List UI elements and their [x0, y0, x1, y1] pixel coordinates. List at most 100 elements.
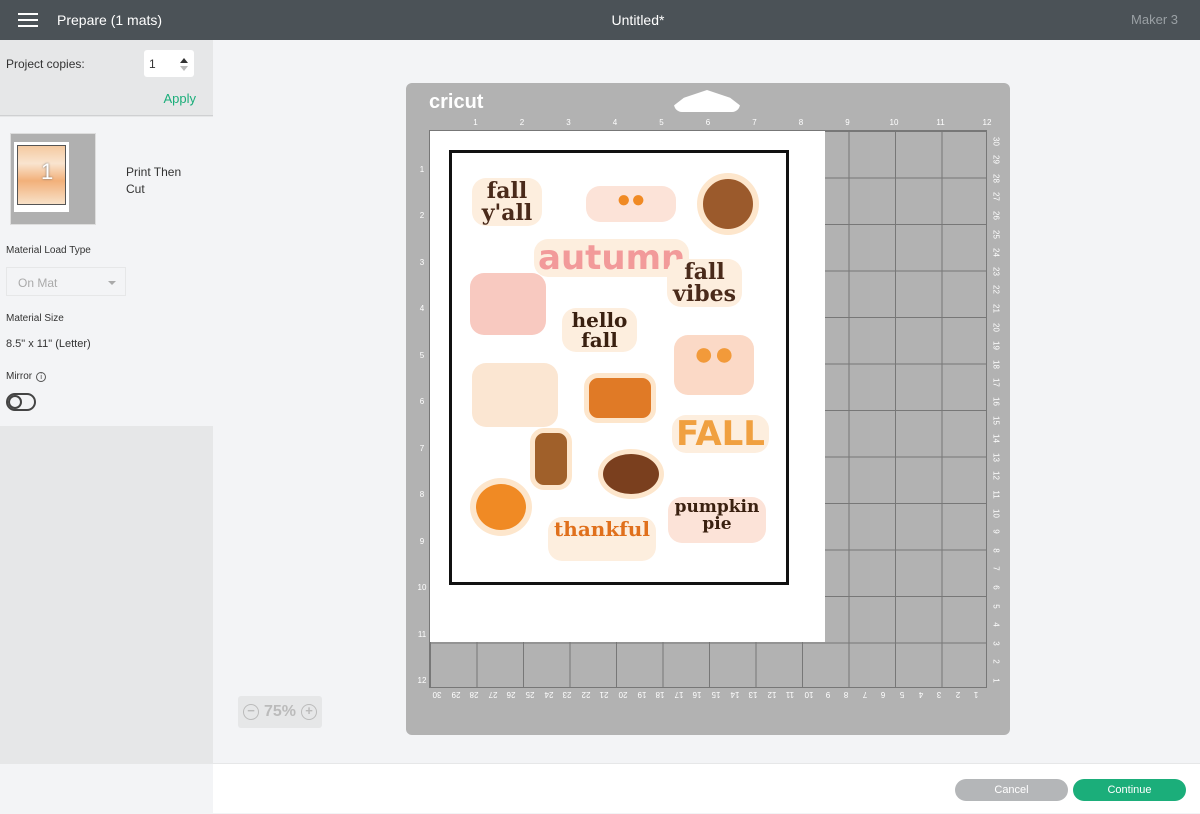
ruler-bottom-tick: 17 [674, 690, 684, 699]
ruler-top-tick: 3 [566, 118, 571, 127]
ruler-right-tick: 14 [991, 434, 1001, 444]
ruler-bottom-tick: 30 [432, 690, 442, 699]
sticker-football [598, 449, 664, 499]
cancel-button[interactable]: Cancel [955, 779, 1068, 801]
ruler-bottom-tick: 25 [525, 690, 535, 699]
project-copies-section: Project copies: 1 Apply [0, 40, 213, 116]
footer-sidebar-area [0, 764, 213, 814]
ruler-right-tick: 23 [991, 266, 1001, 276]
ruler-top-tick: 12 [982, 118, 992, 127]
sticker-fall-yall: fall y'all [472, 178, 542, 226]
ruler-top-tick: 6 [705, 118, 711, 127]
decrement-arrow-icon[interactable] [180, 66, 188, 75]
ruler-right-tick: 30 [991, 136, 1001, 146]
ruler-top-tick: 1 [473, 118, 478, 127]
zoom-control: − 75% + [238, 696, 322, 728]
ruler-bottom-tick: 21 [599, 690, 609, 699]
ruler-bottom-tick: 8 [843, 690, 849, 699]
machine-name[interactable]: Maker 3 [1131, 12, 1178, 27]
apple-icon: ●● [693, 335, 735, 373]
ruler-right-tick: 20 [991, 322, 1001, 332]
ruler-right-tick: 19 [991, 341, 1001, 351]
cutting-mat: cricut 1 2 3 4 5 6 7 8 9 10 11 12 1 2 3 4 5 6 7 8 9 10 11 12 30 2… [406, 83, 1010, 735]
mirror-label: Mirror [6, 371, 33, 382]
ruler-top-tick: 7 [752, 118, 757, 127]
footer: Cancel Continue [0, 763, 1200, 814]
ruler-bottom-tick: 4 [918, 690, 923, 699]
sticker-sweater [470, 273, 546, 335]
sticker-pie-slice [584, 373, 656, 423]
ruler-right-tick: 16 [991, 397, 1001, 406]
ruler-left-tick: 4 [419, 304, 425, 313]
ruler-left-tick: 3 [419, 257, 425, 267]
dropdown-caret-icon [108, 281, 116, 289]
ruler-top-tick: 4 [612, 118, 618, 127]
ruler-right-tick: 10 [991, 508, 1001, 518]
zoom-in-button[interactable]: + [301, 704, 317, 720]
continue-button[interactable]: Continue [1073, 779, 1186, 801]
info-icon[interactable]: i [36, 372, 47, 382]
ruler-right-tick: 6 [991, 585, 1001, 590]
mat-thumbnail[interactable]: 1 [10, 133, 96, 225]
ruler-bottom-tick: 26 [506, 690, 516, 699]
ruler-left-tick: 2 [419, 211, 425, 220]
ruler-bottom-tick: 1 [974, 690, 979, 699]
ruler-left-tick: 11 [417, 629, 427, 639]
sticker-pumpkin-pie: pumpkin pie [668, 497, 766, 543]
ruler-bottom-tick: 22 [581, 690, 591, 699]
ruler-right-tick: 22 [991, 285, 1001, 295]
ruler-right-tick: 5 [991, 603, 1001, 609]
document-title: Untitled* [611, 12, 665, 28]
ruler-top-tick: 8 [798, 118, 804, 127]
mat-mode-label: Print Then Cut [126, 165, 182, 196]
ruler-bottom-tick: 24 [544, 690, 554, 699]
mat-number: 1 [41, 159, 54, 184]
ruler-right-tick: 12 [991, 471, 1001, 481]
ruler-left-tick: 5 [419, 350, 425, 360]
ruler-right-tick: 13 [991, 452, 1001, 462]
material-size-label: Material Size [6, 313, 64, 324]
load-type-value: On Mat [18, 276, 58, 290]
ruler-right-tick: 8 [991, 548, 1001, 553]
print-then-cut-image[interactable]: fall y'all ●● autumn fall vibes hello fa… [449, 150, 789, 585]
ruler-bottom-tick: 3 [936, 690, 942, 699]
ruler-top-tick: 11 [936, 118, 945, 127]
ruler-right-tick: 15 [991, 415, 1001, 425]
sticker-apples: ●● [674, 335, 754, 395]
ruler-bottom-tick: 27 [488, 690, 498, 699]
ruler-left-tick: 12 [417, 676, 427, 685]
copies-value[interactable]: 1 [149, 57, 156, 71]
ruler-bottom-tick: 14 [730, 690, 740, 699]
ruler-right-tick: 25 [991, 229, 1001, 239]
sticker-leaves [472, 363, 558, 427]
ruler-left-tick: 1 [419, 164, 425, 174]
ruler-bottom-tick: 9 [825, 690, 830, 699]
copies-stepper[interactable]: 1 [144, 50, 194, 77]
pumpkin-icon: ●● [616, 186, 646, 213]
ruler-right-tick: 9 [991, 529, 1001, 534]
load-type-select[interactable]: On Mat [6, 267, 126, 296]
mat-notch [674, 90, 740, 112]
ruler-right-tick: 2 [991, 659, 1001, 665]
sticker-pumpkins: ●● [586, 186, 676, 222]
ruler-top-tick: 2 [519, 118, 525, 127]
sticker-fall-vibes: fall vibes [667, 259, 742, 307]
ruler-right-tick: 28 [991, 173, 1001, 183]
ruler-bottom-tick: 19 [637, 690, 647, 699]
top-bar: Prepare (1 mats) Untitled* Maker 3 [0, 0, 1200, 40]
ruler-bottom-tick: 5 [899, 690, 905, 699]
ruler-bottom-tick: 29 [451, 690, 461, 699]
ruler-bottom-tick: 12 [767, 690, 777, 699]
ruler-right-tick: 17 [991, 378, 1001, 388]
ruler-bottom-tick: 20 [618, 690, 628, 699]
ruler-right-tick: 11 [991, 490, 1001, 499]
ruler-left-tick: 9 [419, 536, 425, 546]
ruler-right-tick: 3 [991, 641, 1001, 646]
ruler-right-tick: 7 [991, 566, 1001, 572]
increment-arrow-icon[interactable] [180, 54, 188, 63]
apply-button[interactable]: Apply [163, 91, 196, 106]
mirror-toggle[interactable] [6, 393, 36, 411]
zoom-out-button[interactable]: − [243, 704, 259, 720]
ruler-top-tick: 10 [889, 118, 899, 127]
ruler-bottom-tick: 11 [786, 690, 795, 699]
